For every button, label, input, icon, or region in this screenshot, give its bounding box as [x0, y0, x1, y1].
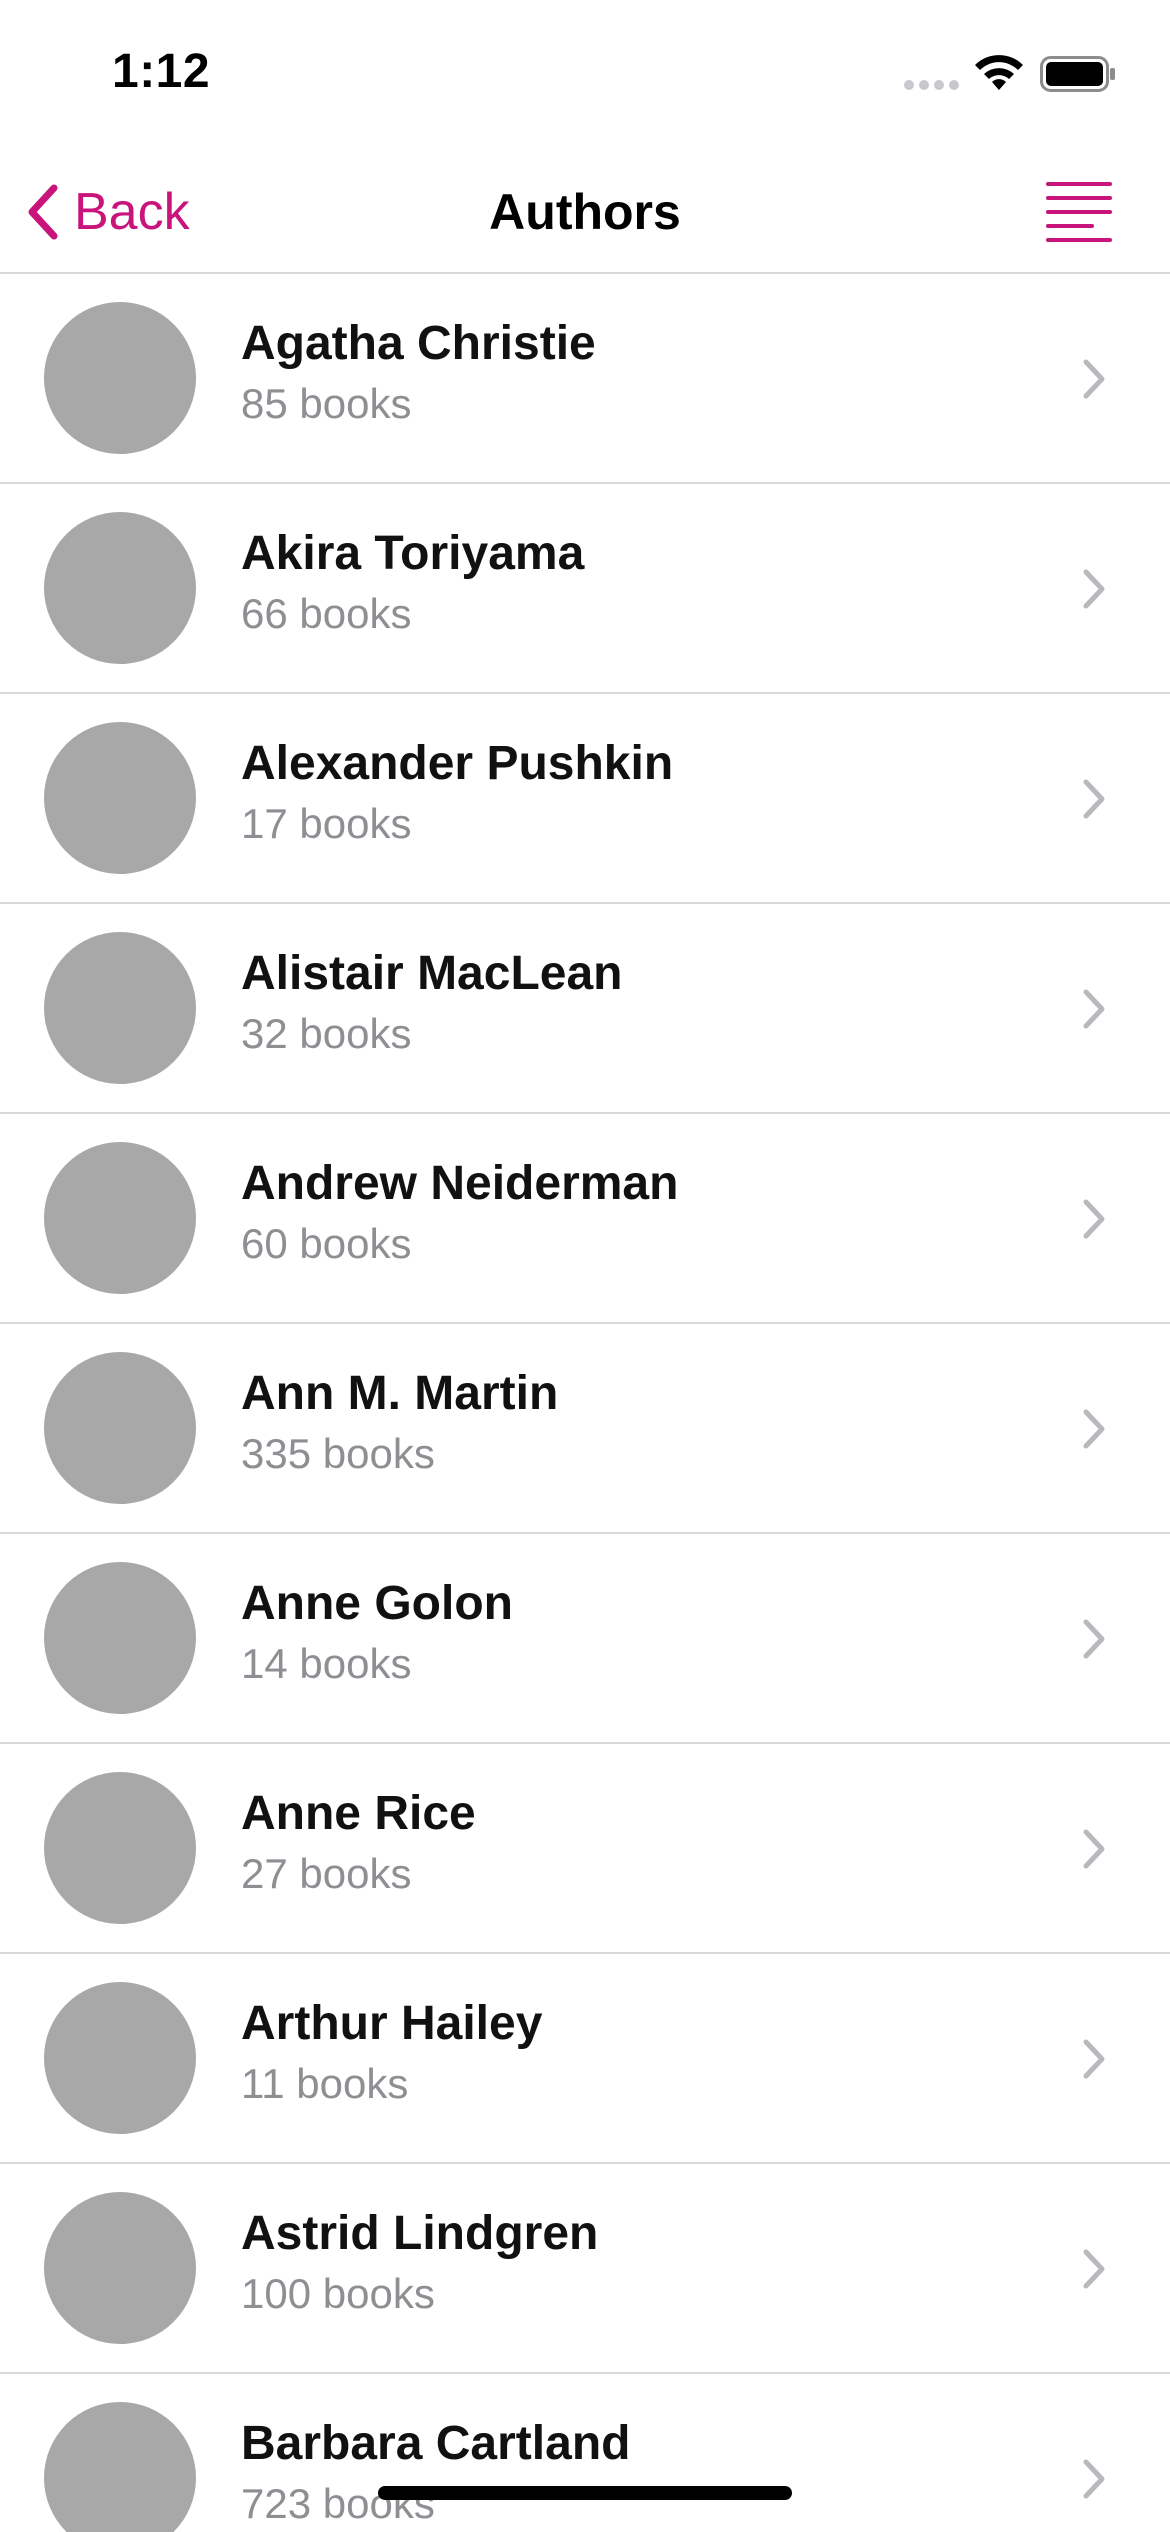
- author-name: Anne Rice: [241, 1787, 476, 1840]
- author-row[interactable]: Anne Golon 14 books: [0, 1534, 1170, 1744]
- author-row[interactable]: Arthur Hailey 11 books: [0, 1954, 1170, 2164]
- author-name: Astrid Lindgren: [241, 2207, 599, 2260]
- chevron-right-icon: [1083, 1409, 1105, 1449]
- cellular-signal-icon: [904, 80, 960, 94]
- status-bar: 1:12: [0, 0, 1170, 150]
- home-indicator[interactable]: [378, 2486, 792, 2500]
- book-count: 60 books: [241, 1220, 412, 1267]
- book-count: 17 books: [241, 800, 412, 847]
- book-count: 14 books: [241, 1640, 412, 1687]
- chevron-right-icon: [1083, 359, 1105, 399]
- author-name: Akira Toriyama: [241, 527, 585, 580]
- author-name: Alexander Pushkin: [241, 737, 674, 790]
- battery-full-icon: [1040, 56, 1115, 92]
- chevron-right-icon: [1083, 1619, 1105, 1659]
- author-avatar: [44, 512, 196, 664]
- author-row[interactable]: Alexander Pushkin 17 books: [0, 694, 1170, 904]
- book-count: 11 books: [241, 2060, 409, 2107]
- book-count: 32 books: [241, 1010, 412, 1057]
- sort-lines-icon[interactable]: [1040, 174, 1116, 250]
- author-avatar: [44, 1142, 196, 1294]
- book-count: 85 books: [241, 380, 412, 427]
- book-count: 66 books: [241, 590, 412, 637]
- wifi-icon: [975, 55, 1023, 90]
- author-avatar: [44, 1352, 196, 1504]
- author-row[interactable]: Ann M. Martin 335 books: [0, 1324, 1170, 1534]
- author-name: Arthur Hailey: [241, 1997, 543, 2050]
- chevron-right-icon: [1083, 1829, 1105, 1869]
- page-title: Authors: [489, 184, 681, 240]
- author-name: Agatha Christie: [241, 317, 596, 370]
- author-avatar: [44, 2192, 196, 2344]
- author-avatar: [44, 722, 196, 874]
- author-avatar: [44, 1772, 196, 1924]
- author-name: Anne Golon: [241, 1577, 513, 1630]
- chevron-right-icon: [1083, 2459, 1105, 2499]
- chevron-right-icon: [1083, 569, 1105, 609]
- author-row[interactable]: Barbara Cartland 723 books: [0, 2374, 1170, 2532]
- author-avatar: [44, 302, 196, 454]
- author-name: Barbara Cartland: [241, 2417, 631, 2470]
- chevron-right-icon: [1083, 2039, 1105, 2079]
- author-row[interactable]: Andrew Neiderman 60 books: [0, 1114, 1170, 1324]
- authors-screen: 1:12 Back Authors Agatha Christie 85 boo…: [0, 0, 1170, 2532]
- author-name: Alistair MacLean: [241, 947, 623, 1000]
- chevron-right-icon: [1083, 989, 1105, 1029]
- author-row[interactable]: Agatha Christie 85 books: [0, 274, 1170, 484]
- author-avatar: [44, 1562, 196, 1714]
- author-avatar: [44, 932, 196, 1084]
- navigation-bar: Back Authors: [0, 150, 1170, 274]
- chevron-right-icon: [1083, 1199, 1105, 1239]
- author-avatar: [44, 2402, 196, 2532]
- chevron-right-icon: [1083, 779, 1105, 819]
- author-name: Ann M. Martin: [241, 1367, 559, 1420]
- author-name: Andrew Neiderman: [241, 1157, 679, 1210]
- author-avatar: [44, 1982, 196, 2134]
- book-count: 100 books: [241, 2270, 435, 2317]
- status-time: 1:12: [112, 45, 211, 98]
- author-row[interactable]: Astrid Lindgren 100 books: [0, 2164, 1170, 2374]
- author-row[interactable]: Anne Rice 27 books: [0, 1744, 1170, 1954]
- author-row[interactable]: Akira Toriyama 66 books: [0, 484, 1170, 694]
- book-count: 27 books: [241, 1850, 412, 1897]
- author-list: Agatha Christie 85 books Akira Toriyama …: [0, 274, 1170, 2532]
- chevron-right-icon: [1083, 2249, 1105, 2289]
- book-count: 335 books: [241, 1430, 435, 1477]
- author-row[interactable]: Alistair MacLean 32 books: [0, 904, 1170, 1114]
